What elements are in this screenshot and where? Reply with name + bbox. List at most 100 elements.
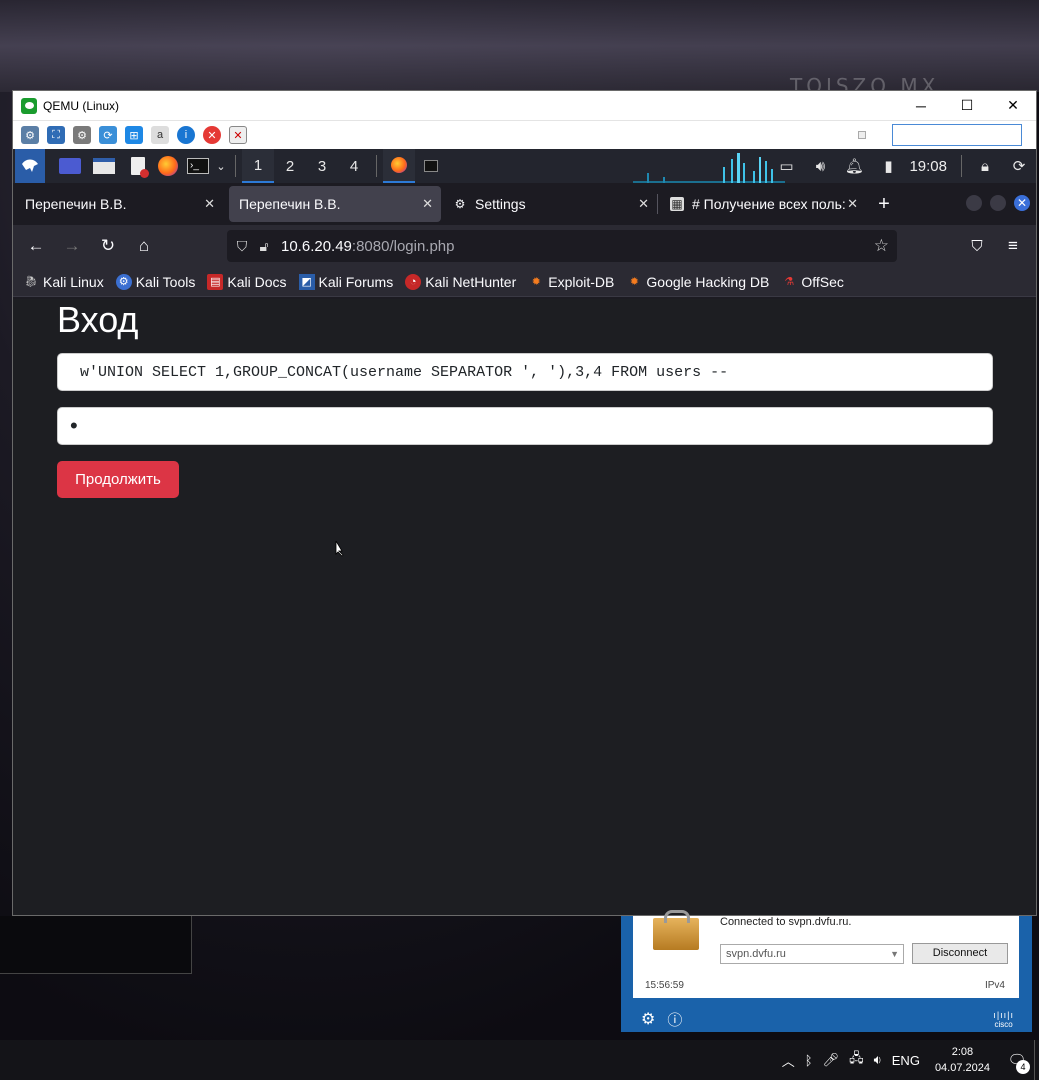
network-icon[interactable]: 🖧︎: [849, 1049, 864, 1071]
bookmark-label: Exploit-DB: [548, 273, 615, 290]
maximize-window-button[interactable]: [990, 195, 1006, 211]
reload-button[interactable]: ↻: [91, 230, 125, 262]
tab-settings[interactable]: ⚙ Settings ✕: [443, 186, 657, 222]
new-tab-button[interactable]: +: [868, 186, 900, 222]
vpn-server-select[interactable]: svpn.dvfu.ru ▼: [720, 944, 904, 964]
firefox-launcher-icon[interactable]: [153, 149, 183, 183]
close-button[interactable]: ✕: [990, 91, 1036, 120]
bookmark-label: Kali Docs: [227, 273, 287, 290]
checkbox-icon[interactable]: [858, 131, 866, 139]
gear-icon[interactable]: ⚙: [641, 1009, 655, 1029]
cisco-logo: ı|ıı|ı cisco: [993, 1010, 1014, 1029]
tab-strip: Перепечин В.В. ✕ Перепечин В.В. ✕ ⚙ Sett…: [13, 183, 1036, 225]
bookmark-label: Kali Linux: [43, 273, 104, 290]
terminal-window-button[interactable]: [415, 149, 447, 183]
bookmark-kali-docs[interactable]: ▤ Kali Docs: [207, 273, 287, 290]
system-clock[interactable]: 2:08 04.07.2024: [935, 1044, 990, 1076]
tab-label: Settings: [475, 196, 526, 212]
close-tab-icon[interactable]: ✕: [638, 196, 649, 212]
info-icon[interactable]: i: [177, 126, 195, 144]
keyboard-icon[interactable]: a: [151, 126, 169, 144]
tab-2[interactable]: Перепечин В.В. ✕: [229, 186, 441, 222]
minimize-window-button[interactable]: [966, 195, 982, 211]
fullscreen-icon[interactable]: ⛶: [47, 126, 65, 144]
firefox-window-button[interactable]: [383, 149, 415, 183]
logout-icon[interactable]: ⟳: [1002, 149, 1036, 183]
page-favicon-icon: ▦: [670, 197, 684, 211]
vpn-lock-icon: [653, 910, 699, 950]
continue-button[interactable]: Продолжить: [57, 461, 179, 498]
tab-label: # Получение всех поль:: [692, 196, 846, 212]
kali-docs-icon: ▤: [207, 273, 224, 290]
workspace-3[interactable]: 3: [306, 149, 338, 183]
qemu-search-input[interactable]: [892, 124, 1022, 146]
password-field[interactable]: •: [57, 407, 993, 445]
offsec-icon: ⚗: [784, 276, 795, 288]
bookmark-kali-linux[interactable]: 🐉︎ Kali Linux: [23, 274, 104, 290]
menu-icon[interactable]: ≡: [996, 230, 1030, 262]
address-bar[interactable]: ⛉ 🔓︎ 10.6.20.49:8080/login.php ☆: [227, 230, 897, 262]
chevron-down-icon[interactable]: ⌄: [213, 149, 229, 183]
clock-date: 04.07.2024: [934, 1062, 990, 1074]
forward-button[interactable]: →: [55, 230, 89, 262]
network-status-icon[interactable]: ▭: [769, 149, 803, 183]
bookmark-kali-nethunter[interactable]: ◔ Kali NetHunter: [405, 273, 516, 290]
bookmark-kali-forums[interactable]: ◩ Kali Forums: [298, 273, 393, 290]
qemu-titlebar[interactable]: QEMU (Linux) ─ ☐ ✕: [13, 91, 1036, 120]
settings-icon[interactable]: ⚙: [73, 126, 91, 144]
background-window: [0, 916, 192, 974]
chevron-up-icon[interactable]: ︿: [782, 1051, 795, 1070]
file-manager-icon[interactable]: [89, 149, 119, 183]
gear-icon: ⚙: [454, 197, 466, 211]
insecure-lock-icon[interactable]: 🔓︎: [253, 235, 275, 257]
minimize-button[interactable]: ─: [898, 91, 944, 120]
workspace-1[interactable]: 1: [242, 149, 274, 183]
shield-icon[interactable]: ⛉: [231, 235, 253, 257]
close-tab-icon[interactable]: ✕: [204, 196, 215, 212]
bluetooth-icon[interactable]: ᛒ: [805, 1053, 813, 1068]
workspace-2[interactable]: 2: [274, 149, 306, 183]
action-center-icon[interactable]: 🗨︎ 4: [1000, 1040, 1034, 1080]
microphone-icon[interactable]: 🎤︎: [823, 1052, 840, 1068]
kali-menu-icon[interactable]: [15, 149, 45, 183]
show-desktop-button[interactable]: [1034, 1040, 1039, 1080]
stop-icon[interactable]: ✕: [203, 126, 221, 144]
back-button[interactable]: ←: [19, 230, 53, 262]
refresh-icon[interactable]: ⟳: [99, 126, 117, 144]
notifications-icon[interactable]: 🔔︎: [837, 149, 871, 183]
tab-label: Перепечин В.В.: [239, 196, 341, 212]
bookmark-kali-tools[interactable]: ⚙ Kali Tools: [115, 273, 195, 290]
speaker-icon[interactable]: 🔉︎: [874, 1052, 882, 1068]
tab-1[interactable]: Перепечин В.В. ✕: [15, 186, 223, 222]
volume-icon[interactable]: 🔊︎: [803, 149, 837, 183]
eject-icon[interactable]: ✕: [229, 126, 247, 144]
close-tab-icon[interactable]: ✕: [422, 196, 433, 212]
workspace-4[interactable]: 4: [338, 149, 370, 183]
username-field[interactable]: w'UNION SELECT 1,GROUP_CONCAT(username S…: [57, 353, 993, 391]
text-editor-icon[interactable]: [123, 149, 153, 183]
pocket-icon[interactable]: ⛉: [960, 230, 994, 262]
battery-icon[interactable]: ▮: [871, 149, 905, 183]
exploitdb-icon: ✹: [531, 276, 541, 288]
terminal-icon[interactable]: ›_: [183, 149, 213, 183]
maximize-button[interactable]: ☐: [944, 91, 990, 120]
network-icon[interactable]: ⚙: [21, 126, 39, 144]
qemu-title: QEMU (Linux): [43, 98, 120, 113]
tab-4[interactable]: ▦ # Получение всех поль: ✕: [660, 186, 866, 222]
lock-icon[interactable]: 🔒︎: [968, 149, 1002, 183]
windows-icon[interactable]: ⊞: [125, 126, 143, 144]
close-tab-icon[interactable]: ✕: [845, 196, 858, 212]
bookmark-star-icon[interactable]: ☆: [874, 236, 889, 256]
close-window-button[interactable]: ✕: [1014, 195, 1030, 211]
language-indicator[interactable]: ENG: [892, 1053, 920, 1068]
home-button[interactable]: ⌂: [127, 230, 161, 262]
chevron-down-icon: ▼: [890, 949, 899, 959]
cpu-graph: [633, 153, 785, 183]
info-icon[interactable]: ⓘ: [667, 1009, 682, 1030]
panel-clock[interactable]: 19:08: [905, 158, 955, 175]
bookmark-offsec[interactable]: ⚗ OffSec: [781, 274, 843, 290]
bookmark-exploit-db[interactable]: ✹ Exploit-DB: [528, 273, 615, 290]
bookmark-google-hacking-db[interactable]: ✹ Google Hacking DB: [626, 274, 770, 290]
desktop-icon[interactable]: [55, 149, 85, 183]
disconnect-button[interactable]: Disconnect: [912, 943, 1008, 964]
